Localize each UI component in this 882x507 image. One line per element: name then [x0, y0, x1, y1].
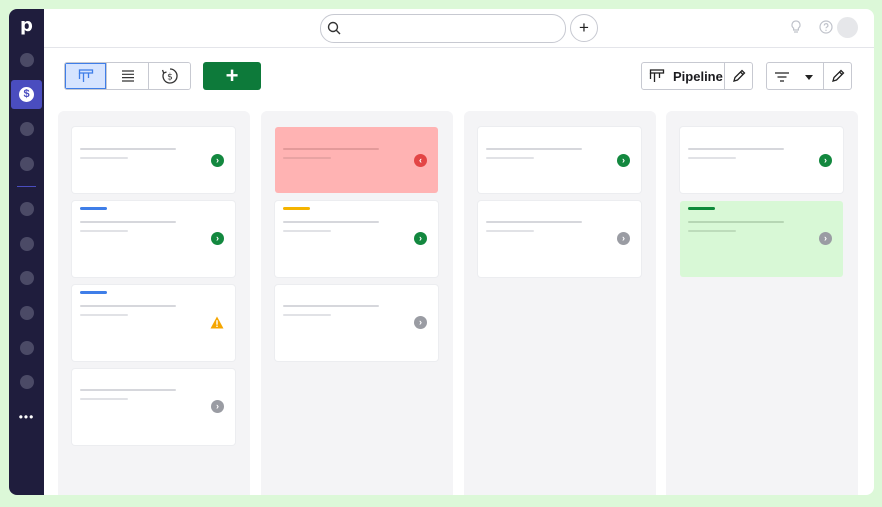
svg-text:$: $ — [167, 73, 173, 83]
help-icon[interactable] — [818, 20, 833, 35]
chevron-right-icon[interactable]: › — [211, 154, 224, 167]
sidebar-item-projects-icon[interactable] — [20, 237, 34, 251]
pipeline-select[interactable]: Pipeline — [641, 62, 725, 90]
chevron-right-icon[interactable]: › — [414, 232, 427, 245]
lightbulb-icon[interactable] — [788, 20, 803, 35]
label-bar — [80, 207, 107, 210]
pencil-icon — [732, 69, 745, 82]
rotten-deal-card[interactable]: ‹ — [275, 127, 438, 193]
pipeline-label: Pipeline — [673, 68, 723, 84]
view-switcher: $ — [64, 62, 191, 90]
chevron-down-icon — [805, 75, 813, 80]
warning-icon[interactable] — [210, 316, 224, 329]
search-icon — [327, 21, 341, 35]
forecast-view-icon: $ — [161, 68, 178, 84]
chevron-right-icon[interactable]: › — [617, 154, 630, 167]
deal-card[interactable]: › — [680, 127, 843, 193]
sidebar-item-marketplace-icon[interactable] — [20, 375, 34, 389]
more-icon[interactable]: ••• — [17, 409, 36, 425]
pipeline-stage-column: ‹ › › — [261, 111, 453, 495]
chevron-right-icon[interactable]: › — [211, 400, 224, 413]
sidebar-item-activities-icon[interactable] — [20, 122, 34, 136]
deal-card[interactable]: › — [72, 127, 235, 193]
won-deal-card[interactable]: › — [680, 201, 843, 277]
list-view-icon — [121, 70, 134, 82]
chevron-right-icon[interactable]: › — [819, 154, 832, 167]
topbar: + — [44, 9, 874, 48]
pipeline-stage-column: › › — [666, 111, 858, 495]
forecast-view-button[interactable]: $ — [149, 63, 190, 89]
deal-card[interactable]: › — [275, 201, 438, 277]
deal-card[interactable] — [72, 285, 235, 361]
pipeline-icon — [649, 69, 665, 82]
chevron-right-icon[interactable]: › — [617, 232, 630, 245]
app-window: p $ ••• + $ + Pipeline › › › ‹ › › › › ›… — [9, 9, 874, 495]
filter-select[interactable] — [766, 62, 824, 90]
edit-pipeline-button[interactable] — [724, 62, 753, 90]
pipeline-view-button[interactable] — [65, 63, 107, 89]
search-input[interactable] — [320, 14, 566, 43]
avatar[interactable] — [837, 17, 858, 38]
sidebar-item-campaigns-icon[interactable] — [20, 202, 34, 216]
sidebar-item-mail-icon[interactable] — [20, 341, 34, 355]
chevron-right-icon[interactable]: › — [819, 232, 832, 245]
app-logo[interactable]: p — [18, 16, 35, 36]
sidebar-item-insights-icon[interactable] — [20, 271, 34, 285]
pipeline-view-icon — [78, 69, 93, 82]
add-deal-button[interactable]: + — [203, 62, 261, 90]
label-bar — [283, 207, 310, 210]
deal-card[interactable]: › — [72, 201, 235, 277]
dollar-icon: $ — [19, 87, 34, 102]
sidebar-item-contacts-icon[interactable] — [20, 157, 34, 171]
pipeline-stage-column: › › — [464, 111, 656, 495]
pipeline-stage-column: › › › — [58, 111, 250, 495]
deal-card[interactable]: › — [478, 201, 641, 277]
label-bar — [80, 291, 107, 294]
chevron-left-icon[interactable]: ‹ — [414, 154, 427, 167]
sidebar-item-leads-icon[interactable] — [20, 53, 34, 67]
deal-card[interactable]: › — [275, 285, 438, 361]
sidebar-item-products-icon[interactable] — [20, 306, 34, 320]
quick-add-button[interactable]: + — [570, 14, 598, 42]
sidebar-divider — [17, 186, 36, 187]
list-view-button[interactable] — [107, 63, 149, 89]
sidebar-item-deals[interactable]: $ — [11, 80, 42, 109]
pencil-icon — [831, 69, 844, 82]
chevron-right-icon[interactable]: › — [414, 316, 427, 329]
edit-filter-button[interactable] — [823, 62, 852, 90]
sidebar: p $ ••• — [9, 9, 44, 495]
filter-icon — [775, 72, 789, 82]
deal-card[interactable]: › — [478, 127, 641, 193]
label-bar — [688, 207, 715, 210]
chevron-right-icon[interactable]: › — [211, 232, 224, 245]
deal-card[interactable]: › — [72, 369, 235, 445]
